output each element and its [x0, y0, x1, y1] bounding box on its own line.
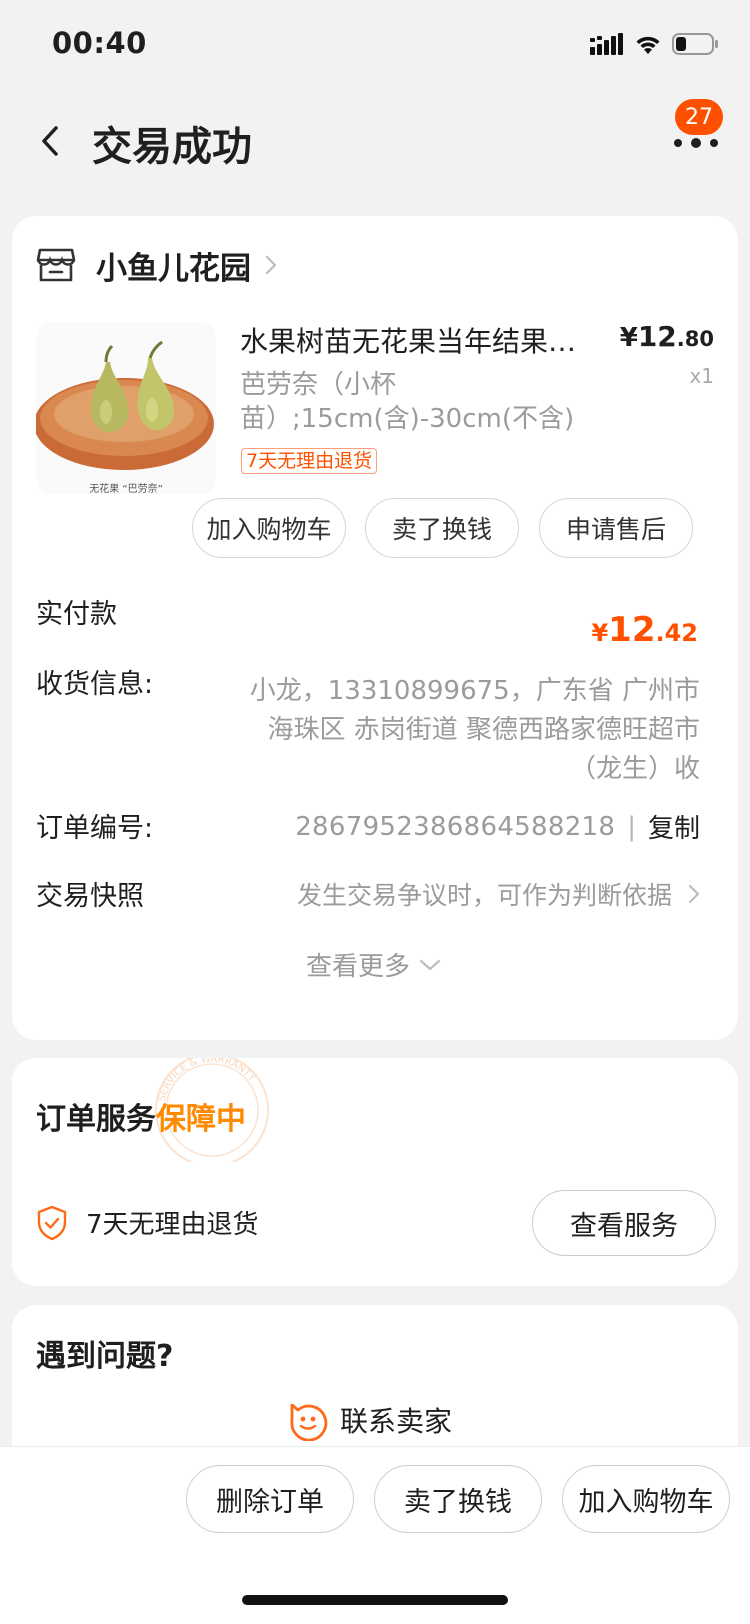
nav-bar: 交易成功 — [0, 96, 750, 186]
chevron-down-icon — [419, 959, 441, 970]
shipping-label: 收货信息: — [36, 669, 154, 700]
payment-symbol: ¥ — [591, 619, 609, 647]
payment-label: 实付款 — [36, 599, 117, 630]
product-image-caption: 无花果 “巴劳奈” — [89, 484, 163, 495]
payment-decimal: .42 — [655, 619, 698, 647]
bottom-action-bar: 删除订单 卖了换钱 加入购物车 — [0, 1446, 750, 1624]
more-menu-button[interactable] — [672, 132, 720, 154]
resell-button[interactable]: 卖了换钱 — [365, 498, 519, 558]
delete-order-button[interactable]: 删除订单 — [186, 1465, 354, 1533]
product-image[interactable] — [36, 322, 216, 494]
cellular-signal-icon — [590, 33, 623, 55]
product-price: ¥12.80 — [620, 320, 714, 353]
product-quantity: x1 — [689, 364, 714, 388]
status-time: 00:40 — [52, 26, 147, 60]
shield-check-icon — [37, 1205, 67, 1240]
wifi-icon — [636, 36, 660, 54]
service-item-label: 7天无理由退货 — [86, 1210, 259, 1240]
resell-button-bottom[interactable]: 卖了换钱 — [374, 1465, 542, 1533]
battery-icon — [672, 33, 718, 55]
payment-integer: 12 — [608, 610, 656, 650]
service-title-text: 订单服务 — [36, 1102, 156, 1137]
shop-header[interactable]: 小鱼儿花园 — [36, 242, 277, 288]
add-to-cart-button[interactable]: 加入购物车 — [192, 498, 346, 558]
divider: | — [627, 811, 636, 842]
view-more-button[interactable]: 查看更多 — [12, 946, 738, 983]
add-to-cart-button-bottom[interactable]: 加入购物车 — [562, 1465, 730, 1533]
contact-seller-button[interactable]: 联系卖家 — [286, 1399, 452, 1441]
product-title[interactable]: 水果树苗无花果当年结果盆栽南方北方种植庭院地栽 — [240, 320, 595, 360]
chevron-left-icon — [42, 126, 58, 156]
back-button[interactable] — [30, 118, 70, 164]
price-symbol: ¥ — [619, 323, 638, 353]
view-service-button[interactable]: 查看服务 — [532, 1190, 716, 1256]
status-bar: 00:40 — [0, 0, 750, 90]
product-sku: 芭劳奈（小杯苗）;15cm(含)-30cm(不含) — [240, 370, 575, 434]
view-more-label: 查看更多 — [305, 952, 410, 982]
contact-seller-label: 联系卖家 — [340, 1405, 453, 1438]
after-sales-button[interactable]: 申请售后 — [539, 498, 693, 558]
shop-icon — [36, 248, 76, 282]
message-count-badge: 27 — [675, 99, 723, 135]
service-item: 7天无理由退货 — [36, 1204, 259, 1241]
status-icons — [590, 32, 720, 56]
help-title: 遇到问题? — [36, 1339, 174, 1374]
service-status: 保障中 — [156, 1102, 246, 1137]
price-decimal: .80 — [676, 327, 714, 351]
home-indicator[interactable] — [242, 1595, 508, 1605]
order-number-row: 2867952386864588218 | 复制 — [295, 808, 700, 845]
order-number: 2867952386864588218 — [295, 811, 616, 842]
order-card: 小鱼儿花园 无花果 “巴劳奈” 水果树苗无花果当年结果盆栽南方北方种植庭院地栽 … — [12, 216, 738, 1040]
shipping-address: 小龙，13310899675，广东省 广州市 海珠区 赤岗街道 聚德西路家德旺超… — [249, 676, 700, 784]
fig-fruit-image — [36, 322, 216, 494]
service-title: 订单服务保障中 — [36, 1094, 246, 1138]
shop-name: 小鱼儿花园 — [96, 250, 251, 287]
order-number-label: 订单编号: — [36, 813, 154, 844]
chevron-right-icon — [265, 255, 277, 275]
snapshot-hint: 发生交易争议时，可作为判断依据 — [296, 881, 672, 910]
return-policy-tag: 7天无理由退货 — [241, 448, 378, 474]
snapshot-link[interactable]: 发生交易争议时，可作为判断依据 — [297, 876, 708, 912]
help-card: 遇到问题? 联系卖家 — [12, 1305, 738, 1465]
chat-face-icon — [290, 1403, 328, 1441]
snapshot-label: 交易快照 — [36, 881, 144, 912]
chevron-right-icon — [688, 884, 700, 904]
price-integer: 12 — [637, 320, 677, 353]
page-title: 交易成功 — [92, 124, 252, 170]
copy-button[interactable]: 复制 — [648, 808, 700, 845]
more-dots-icon — [674, 138, 718, 148]
payment-amount: ¥12.42 — [591, 610, 698, 650]
order-service-card: SERVICE & WARRANTY 订单服务保障中 7天无理由退货 查看服务 — [12, 1058, 738, 1286]
